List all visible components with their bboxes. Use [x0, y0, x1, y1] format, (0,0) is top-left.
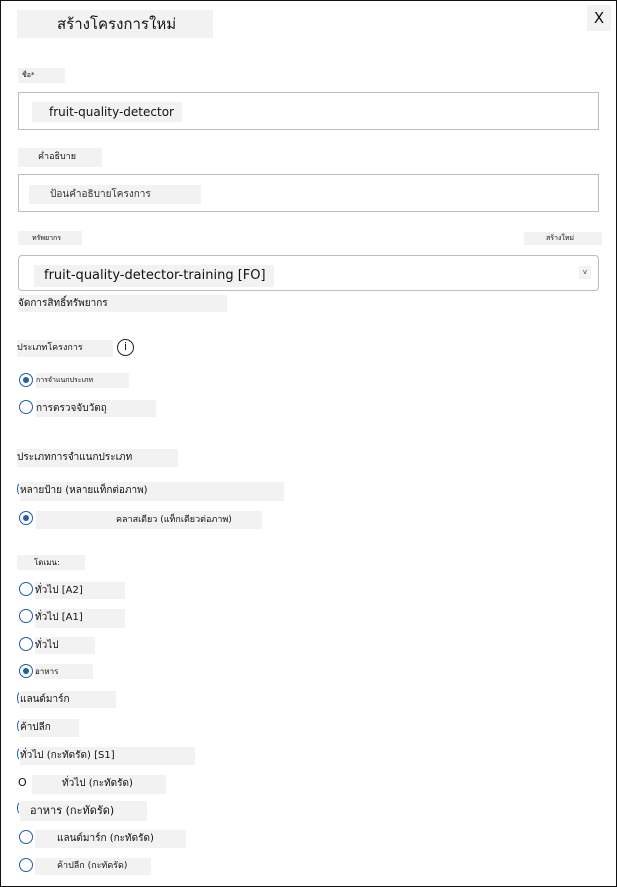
close-button[interactable]: X — [587, 5, 611, 31]
description-label: คำอธิบาย — [18, 148, 102, 167]
domains-label: โดเมน: — [17, 555, 85, 570]
radio-multiclass[interactable]: คลาสเดียว (แท็กเดียวต่อภาพ) — [19, 511, 264, 529]
radio-domain-retail[interactable]: ค้าปลีก — [17, 719, 82, 737]
radio-domain-general-a2[interactable]: ทั่วไป [A2] — [19, 582, 129, 600]
radio-button[interactable] — [19, 609, 33, 623]
radio-label: การตรวจจับวัตถุ — [36, 400, 156, 417]
radio-multilabel[interactable]: หลายป้าย (หลายแท็กต่อภาพ) — [17, 482, 285, 501]
resource-select-value: fruit-quality-detector-training [FO] — [34, 265, 274, 287]
radio-button[interactable] — [19, 373, 33, 387]
radio-classification[interactable]: การจำแนกประเภท — [19, 373, 139, 391]
description-placeholder: ป้อนคำอธิบายโครงการ — [29, 185, 201, 204]
radio-button[interactable] — [19, 664, 33, 678]
radio-button[interactable] — [19, 858, 33, 872]
project-type-label: ประเภทโครงการ — [17, 340, 113, 357]
radio-object-detection[interactable]: การตรวจจับวัตถุ — [19, 400, 159, 418]
radio-domain-retail-compact[interactable]: ค้าปลีก (กะทัดรัด) — [19, 858, 154, 876]
radio-button[interactable]: O — [18, 775, 30, 793]
name-input-value: fruit-quality-detector — [32, 102, 182, 122]
radio-button[interactable] — [19, 830, 33, 844]
radio-domain-general[interactable]: ทั่วไป — [19, 637, 99, 655]
name-label: ชื่อ* — [18, 68, 65, 83]
radio-domain-landmarks[interactable]: แลนด์มาร์ก — [17, 691, 117, 709]
radio-domain-landmarks-compact[interactable]: แลนด์มาร์ก (กะทัดรัด) — [19, 830, 189, 848]
chevron-down-icon: v — [579, 266, 591, 279]
info-icon[interactable]: i — [117, 339, 134, 356]
description-input[interactable]: ป้อนคำอธิบายโครงการ — [18, 174, 599, 212]
radio-domain-food[interactable]: อาหาร — [19, 664, 99, 682]
radio-button[interactable] — [19, 511, 33, 525]
dialog-title: สร้างโครงการใหม่ — [17, 10, 213, 38]
radio-label: ค้าปลีก (กะทัดรัด) — [35, 858, 151, 875]
radio-label: อาหาร — [35, 664, 93, 679]
radio-label: ค้าปลีก — [20, 719, 79, 737]
resource-select[interactable]: fruit-quality-detector-training [FO] v — [18, 255, 599, 291]
resource-label: ทรัพยากร — [18, 231, 82, 245]
radio-label: แลนด์มาร์ก (กะทัดรัด) — [35, 830, 186, 848]
radio-label: ทั่วไป — [35, 637, 95, 654]
radio-label: อาหาร (กะทัดรัด) — [20, 801, 147, 821]
name-input[interactable]: fruit-quality-detector — [18, 92, 599, 130]
radio-label: คลาสเดียว (แท็กเดียวต่อภาพ) — [36, 511, 262, 529]
manage-resource-permissions-link[interactable]: จัดการสิทธิ์ทรัพยากร — [18, 295, 227, 312]
radio-label: ทั่วไป [A1] — [35, 609, 125, 628]
radio-label: การจำแนกประเภท — [36, 373, 129, 388]
radio-button[interactable] — [19, 637, 33, 651]
radio-button[interactable] — [19, 400, 33, 414]
radio-label: ทั่วไป [A2] — [35, 582, 125, 599]
radio-domain-general-a1[interactable]: ทั่วไป [A1] — [19, 609, 129, 628]
classification-type-label: ประเภทการจำแนกประเภท — [17, 449, 178, 467]
radio-label: หลายป้าย (หลายแท็กต่อภาพ) — [20, 482, 284, 501]
radio-domain-general-compact[interactable]: O ทั่วไป (กะทัดรัด) — [18, 775, 168, 794]
radio-label: แลนด์มาร์ก — [20, 691, 116, 708]
radio-button[interactable] — [19, 582, 33, 596]
radio-domain-general-compact-s1[interactable]: ทั่วไป (กะทัดรัด) [S1] — [17, 747, 197, 765]
radio-label: ทั่วไป (กะทัดรัด) [S1] — [20, 747, 195, 765]
radio-domain-food-compact[interactable]: อาหาร (กะทัดรัด) — [17, 801, 152, 821]
create-new-resource-link[interactable]: สร้างใหม่ — [524, 232, 602, 245]
radio-label: ทั่วไป (กะทัดรัด) — [32, 775, 166, 794]
